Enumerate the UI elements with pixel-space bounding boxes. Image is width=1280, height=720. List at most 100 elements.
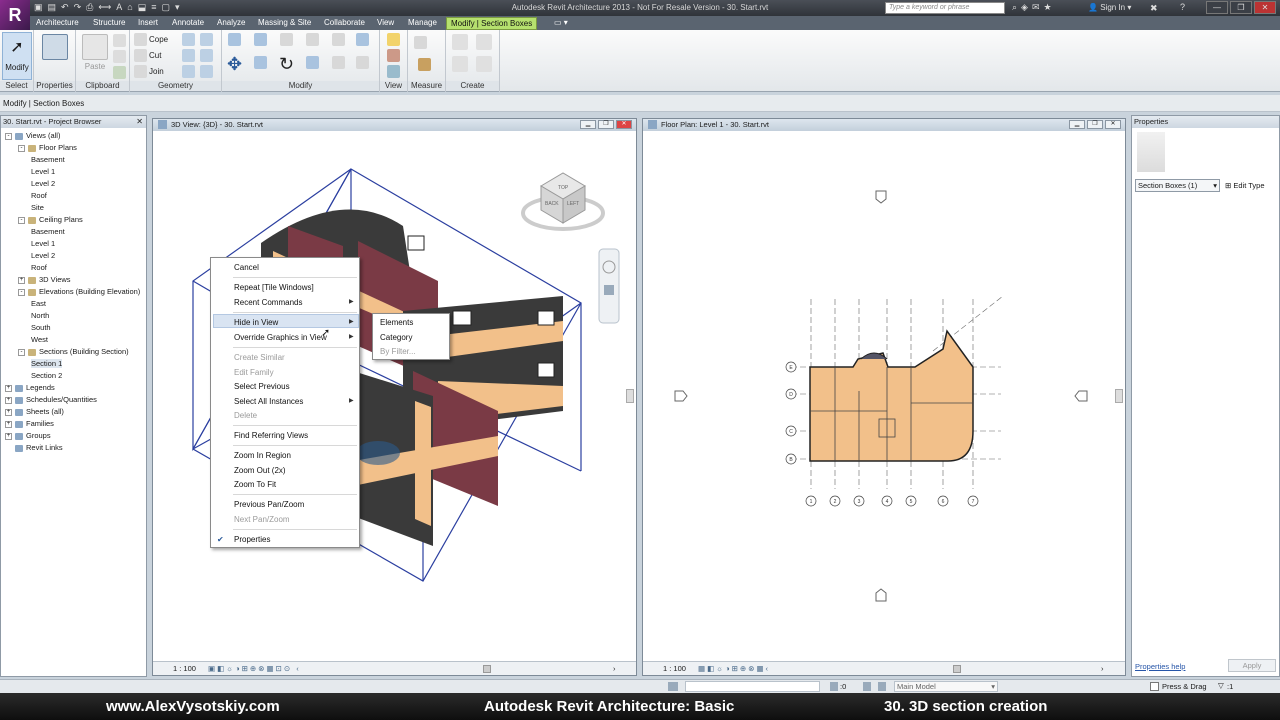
floor-plan-minimize-button[interactable]: ▁ [1069, 120, 1085, 129]
browser-item[interactable]: - Sections (Building Section) [18, 347, 129, 357]
application-menu-logo[interactable]: R [0, 0, 30, 30]
expand-icon[interactable]: + [5, 384, 12, 392]
create-group-icon[interactable] [452, 56, 468, 72]
paint-icon[interactable] [182, 49, 195, 62]
dimension-icon[interactable] [418, 58, 431, 71]
close-button[interactable]: ✕ [1254, 1, 1276, 14]
browser-item[interactable]: + Sheets (all) [5, 407, 64, 417]
browser-item[interactable]: + Groups [5, 431, 51, 441]
floor-plan-close-button[interactable]: ✕ [1105, 120, 1121, 129]
browser-item[interactable]: +3D Views [18, 275, 71, 285]
split-face-icon[interactable] [200, 33, 213, 46]
copy-element-icon[interactable] [254, 56, 267, 69]
help-button[interactable]: ? [1180, 2, 1185, 12]
expand-icon[interactable]: + [5, 420, 12, 428]
trim-icon[interactable] [306, 56, 319, 69]
browser-item[interactable]: East [31, 299, 46, 309]
properties-help-link[interactable]: Properties help [1135, 662, 1185, 671]
tab-modify-section-boxes[interactable]: Modify | Section Boxes [446, 17, 538, 30]
floor-plan-canvas[interactable]: 1 2 3 4 5 6 7 E D C B [643, 131, 1125, 661]
submenu-category[interactable]: Category [380, 333, 412, 342]
properties-button[interactable] [40, 32, 70, 80]
context-menu-item[interactable]: Zoom Out (2x) [234, 466, 286, 475]
browser-item[interactable]: Basement [31, 155, 65, 165]
hide-icon[interactable] [387, 65, 400, 78]
browser-item[interactable]: - Views (all) [5, 131, 60, 141]
browser-item[interactable]: + Schedules/Quantities [5, 395, 97, 405]
minimize-button[interactable]: — [1206, 1, 1228, 14]
context-menu-item[interactable]: Hide in View ▶ [234, 318, 354, 327]
cut-geometry-button[interactable]: Cut [149, 51, 161, 60]
mirror-axis-icon[interactable] [280, 33, 293, 46]
floor-plan-view-control-icons[interactable]: ▦◧☼◑⊞⊕⊗▦‹ [698, 664, 770, 673]
context-menu-item[interactable]: Select All Instances ▶ [234, 397, 354, 406]
floor-plan-hscroll-thumb[interactable] [953, 665, 961, 673]
join-button[interactable]: Join [149, 67, 164, 76]
context-menu-item[interactable]: Cancel [234, 263, 259, 272]
workset-field[interactable] [685, 681, 820, 692]
paste-button[interactable]: Paste [80, 32, 110, 80]
browser-item[interactable]: Roof [31, 191, 47, 201]
floor-plan-scale[interactable]: 1 : 100 [663, 664, 686, 673]
expand-icon[interactable]: + [5, 396, 12, 404]
modify-button[interactable]: ➚ Modify [2, 32, 32, 80]
ribbon-minimize-icon[interactable]: ▭ ▾ [550, 17, 572, 30]
wall-joins-icon[interactable] [182, 33, 195, 46]
context-menu-item[interactable]: Override Graphics in View ▶ [234, 333, 354, 342]
pin-icon[interactable] [356, 33, 369, 46]
tab-massing-site[interactable]: Massing & Site [254, 17, 315, 30]
floor-plan-window[interactable]: Floor Plan: Level 1 - 30. Start.rvt ▁ ❐ … [642, 118, 1126, 676]
tab-architecture[interactable]: Architecture [32, 17, 83, 30]
view-3d-scrollbar[interactable] [626, 389, 634, 403]
submenu-elements[interactable]: Elements [380, 318, 413, 327]
tab-manage[interactable]: Manage [404, 17, 441, 30]
override-graphics-icon[interactable] [387, 33, 400, 46]
browser-item[interactable]: Level 2 [31, 251, 55, 261]
create-similar-icon[interactable] [476, 56, 492, 72]
floor-plan-restore-button[interactable]: ❐ [1087, 120, 1103, 129]
edit-type-button[interactable]: ⊞ Edit Type [1225, 179, 1265, 192]
context-menu-item[interactable]: Zoom To Fit [234, 480, 276, 489]
browser-item[interactable]: + Families [5, 419, 54, 429]
maximize-button[interactable]: ❐ [1230, 1, 1252, 14]
context-menu-item[interactable]: Recent Commands ▶ [234, 298, 354, 307]
exclude-options-icon[interactable] [878, 682, 886, 691]
offset-icon[interactable] [254, 33, 267, 46]
context-menu-item[interactable]: Find Referring Views [234, 431, 308, 440]
floor-plan-scrollbar[interactable] [1115, 389, 1123, 403]
view-3d-hscroll-thumb[interactable] [483, 665, 491, 673]
create-parts-icon[interactable] [476, 34, 492, 50]
create-assembly-icon[interactable] [452, 34, 468, 50]
floor-plan-scroll-right-icon[interactable]: › [1101, 662, 1104, 676]
view-3d-restore-button[interactable]: ❐ [598, 120, 614, 129]
browser-item[interactable]: Site [31, 203, 44, 213]
view-3d-scale[interactable]: 1 : 100 [173, 664, 196, 673]
view-3d-scroll-right-icon[interactable]: › [613, 662, 616, 676]
communication-icon[interactable]: ✉ [1032, 2, 1040, 13]
join-icon[interactable] [134, 65, 147, 78]
collapse-icon[interactable]: - [18, 288, 25, 296]
array-icon[interactable] [332, 56, 345, 69]
type-selector[interactable]: Section Boxes (1) ▾ [1135, 179, 1220, 192]
context-menu-item[interactable]: Select Previous [234, 382, 290, 391]
context-menu-item[interactable]: Properties ✔ [217, 535, 270, 544]
exchange-icon[interactable]: ✖ [1150, 3, 1158, 14]
tab-collaborate[interactable]: Collaborate [320, 17, 369, 30]
cut-geometry-icon[interactable] [134, 49, 147, 62]
sign-in-button[interactable]: 👤 Sign In ▾ [1088, 3, 1131, 12]
tab-analyze[interactable]: Analyze [213, 17, 249, 30]
align-icon[interactable] [228, 33, 241, 46]
unjoin-icon[interactable] [200, 65, 213, 78]
view-3d-minimize-button[interactable]: ▁ [580, 120, 596, 129]
editable-only-icon[interactable] [830, 682, 838, 691]
browser-item[interactable]: - Floor Plans [18, 143, 77, 153]
context-menu-item[interactable]: Zoom In Region [234, 451, 291, 460]
collapse-icon[interactable]: - [5, 132, 12, 140]
remove-paint-icon[interactable] [182, 65, 195, 78]
browser-item[interactable]: North [31, 311, 49, 321]
browser-item[interactable]: Basement [31, 227, 65, 237]
star-icon[interactable]: ★ [1044, 2, 1052, 13]
split-icon[interactable] [332, 33, 345, 46]
expand-icon[interactable]: + [18, 276, 25, 284]
tab-annotate[interactable]: Annotate [168, 17, 208, 30]
